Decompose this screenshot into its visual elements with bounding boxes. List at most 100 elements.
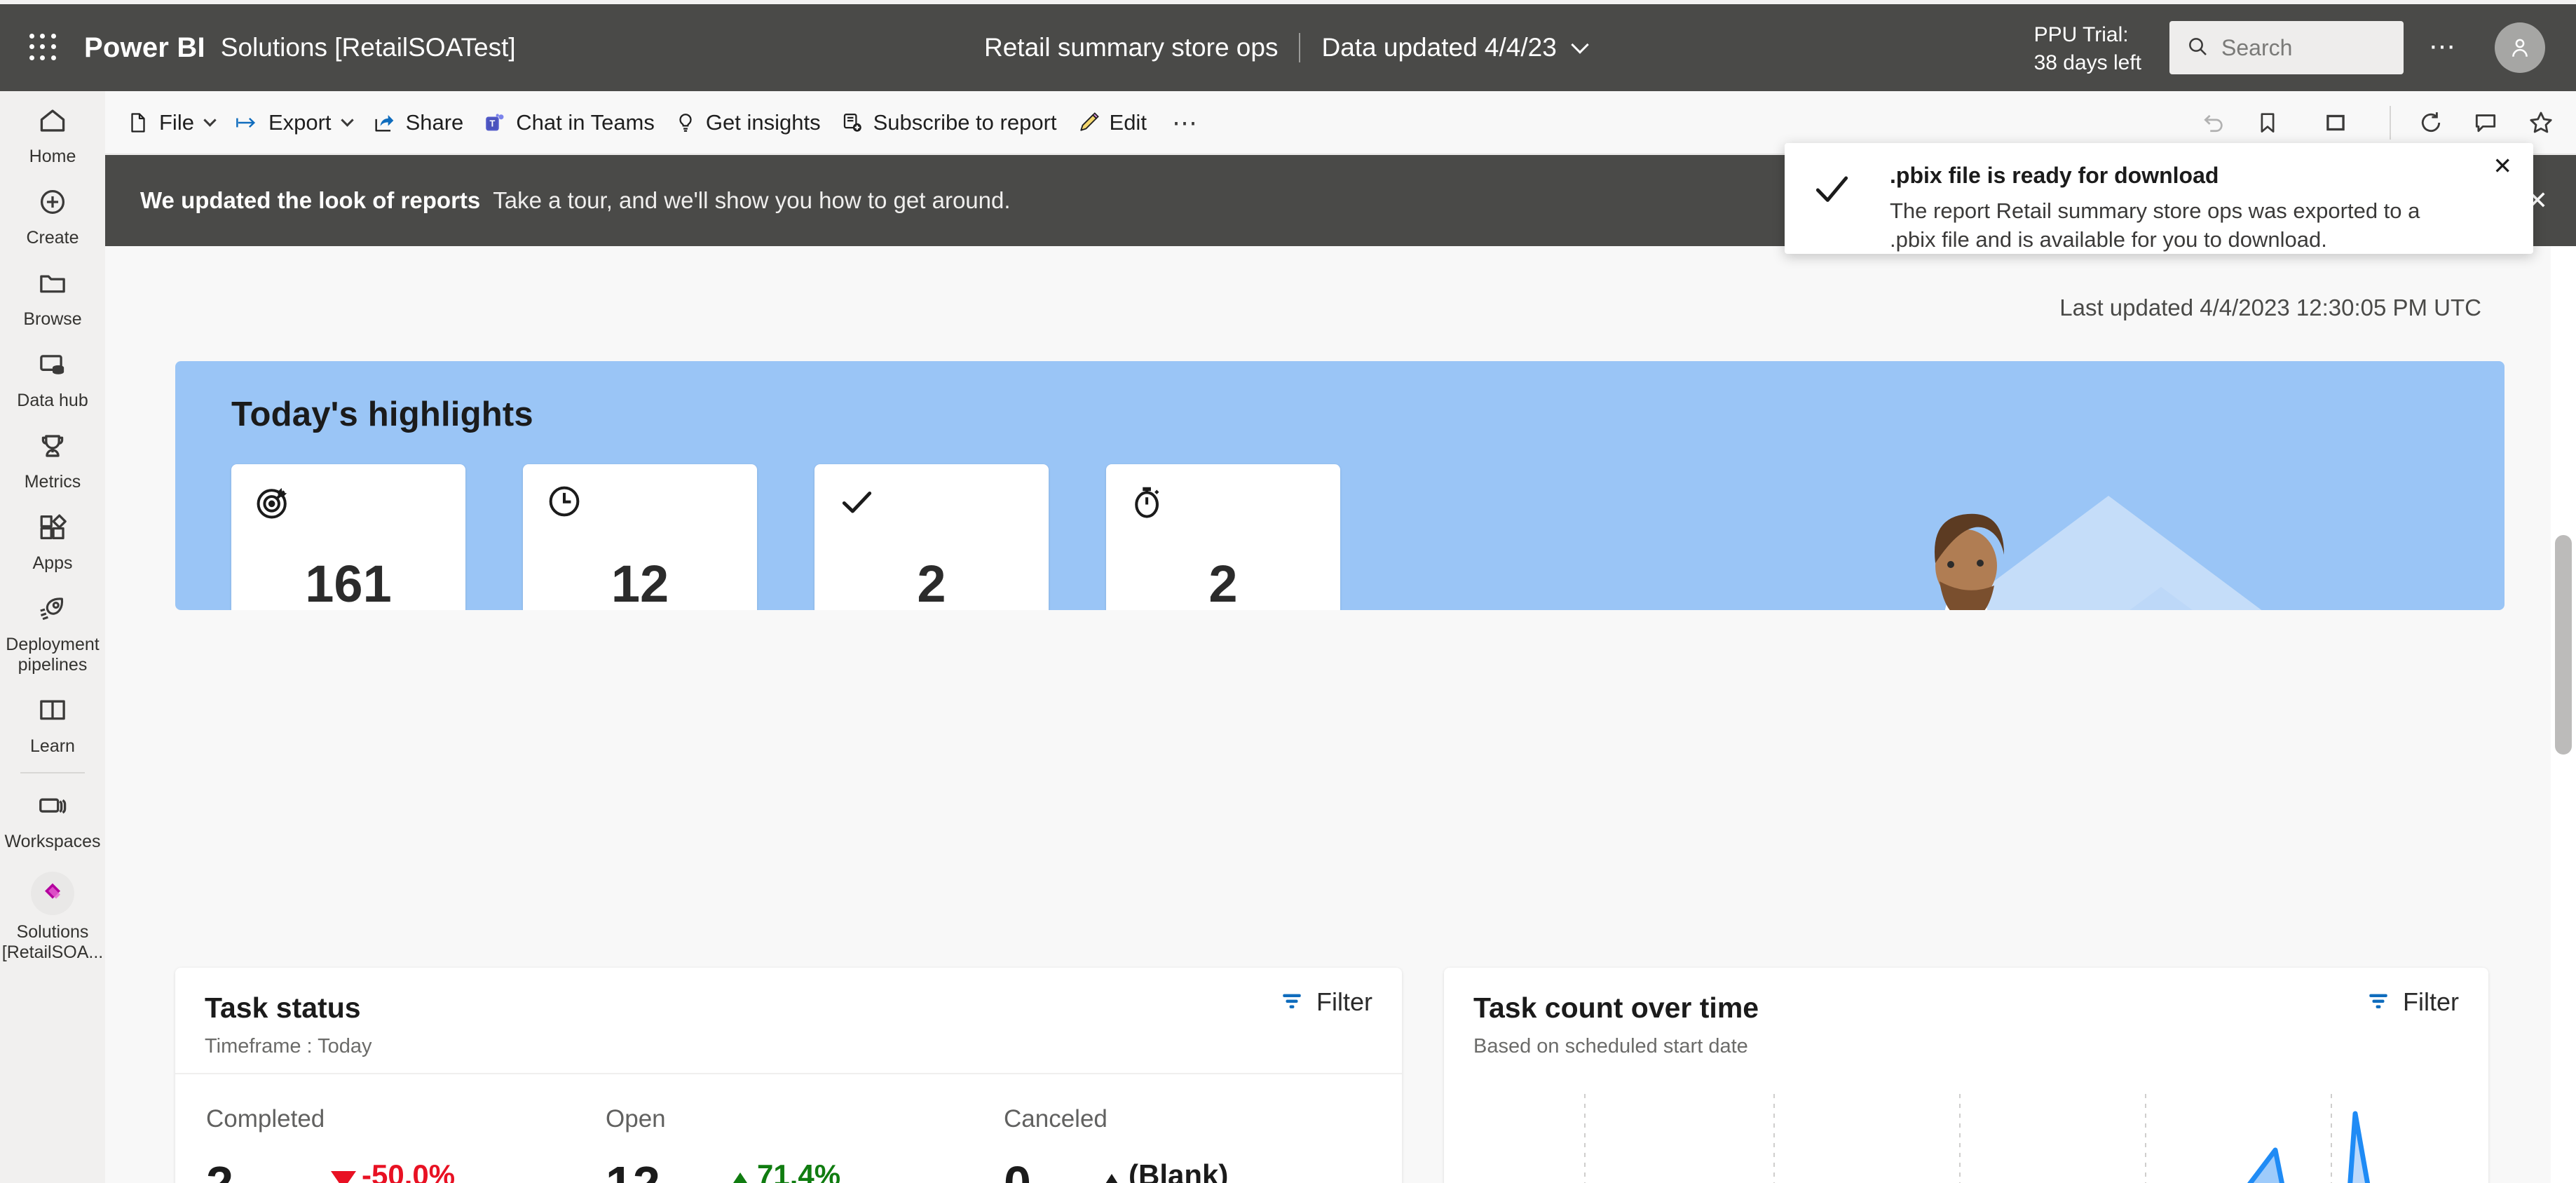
toast-body: The report Retail summary store ops was … [1890, 198, 2420, 252]
rocket-icon [37, 593, 68, 628]
edit-button[interactable]: Edit [1067, 91, 1157, 154]
subscribe-to-report-label: Subscribe to report [873, 109, 1057, 135]
database-icon [37, 349, 68, 384]
sidebar-item-label: Home [29, 147, 76, 166]
apps-grid-icon [37, 512, 68, 546]
kpi-value: 2 [1208, 555, 1238, 610]
filter-label: Filter [2403, 987, 2459, 1016]
subscribe-to-report-button[interactable]: Subscribe to report [831, 91, 1067, 154]
bookmark-chevron-down-icon[interactable] [2294, 121, 2308, 125]
ellipsis-icon[interactable]: ⋯ [1157, 108, 1215, 137]
account-avatar-icon[interactable] [2495, 22, 2545, 73]
todays-highlights-panel: Today's highlights 161 Open tasks 37 hig… [175, 361, 2505, 610]
sidebar-item-data-hub[interactable]: Data hub [0, 335, 105, 417]
undo-icon[interactable] [2186, 109, 2241, 136]
teams-icon: T [483, 111, 507, 135]
kpi-card-open-tasks[interactable]: 161 Open tasks 37 high [231, 464, 465, 610]
trophy-icon [37, 431, 68, 465]
sidebar-item-apps[interactable]: Apps [0, 498, 105, 579]
sidebar-item-deployment-pipelines[interactable]: Deployment pipelines [0, 579, 105, 681]
favorite-star-icon[interactable] [2513, 109, 2576, 137]
close-icon[interactable]: ✕ [2493, 154, 2512, 177]
chat-in-teams-label: Chat in Teams [516, 109, 655, 135]
bookmark-icon[interactable] [2241, 109, 2294, 136]
report-name-label[interactable]: Retail summary store ops [984, 33, 1278, 62]
kpi-card-due-today[interactable]: 12 Due today 0 high [523, 464, 757, 610]
gridline [1584, 1094, 1586, 1183]
kpi-value: 12 [611, 555, 669, 610]
trial-line-2: 38 days left [2033, 51, 2141, 74]
refresh-icon[interactable] [2404, 109, 2458, 136]
scrollbar-thumb[interactable] [2555, 535, 2572, 755]
sidebar-item-browse[interactable]: Browse [0, 254, 105, 335]
status-category-label: Canceled [1004, 1105, 1108, 1133]
comment-icon[interactable] [2458, 109, 2513, 136]
powerbi-brand-label[interactable]: Power BI [84, 32, 205, 64]
ellipsis-icon[interactable]: ⋯ [2429, 34, 2458, 60]
vertical-scrollbar[interactable] [2551, 246, 2576, 1183]
checkmark-icon [1810, 168, 1853, 215]
left-navigation-rail: Home Create Browse Data hub Metrics Apps… [0, 91, 105, 1183]
task-status-tile: Task status Timeframe : Today Filter Com… [175, 968, 1402, 1183]
sidebar-item-label: Create [26, 228, 79, 248]
filter-button[interactable]: Filter [2366, 987, 2459, 1017]
chat-in-teams-button[interactable]: T Chat in Teams [473, 91, 665, 154]
gridline [2331, 1094, 2332, 1183]
toast-title: .pbix file is ready for download [1890, 163, 2219, 188]
filter-icon [2366, 989, 2390, 1016]
page-title: Today's highlights [231, 396, 533, 433]
status-delta: 71.4% [757, 1158, 841, 1183]
data-updated-dropdown[interactable]: Data updated 4/4/23 [1321, 33, 1589, 62]
sidebar-item-label: Browse [23, 309, 82, 329]
checkmark-icon [837, 482, 876, 525]
chevron-down-icon [1571, 36, 1589, 54]
trial-line-1: PPU Trial: [2033, 23, 2129, 46]
chevron-down-icon [203, 114, 217, 127]
divider [1299, 33, 1301, 62]
download-ready-toast: .pbix file is ready for download The rep… [1785, 143, 2533, 254]
status-value: 2 [206, 1156, 233, 1183]
edit-label: Edit [1109, 109, 1147, 135]
sidebar-item-create[interactable]: Create [0, 173, 105, 254]
home-icon [37, 105, 68, 140]
sidebar-item-home[interactable]: Home [0, 91, 105, 173]
waffle-grid-icon[interactable] [29, 34, 57, 62]
filter-icon [1280, 989, 1304, 1016]
export-menu-button[interactable]: Export [224, 91, 362, 154]
tile-title: Task status [205, 992, 361, 1024]
view-icon[interactable] [2308, 109, 2363, 136]
tile-subtitle: Based on scheduled start date [1473, 1035, 1748, 1057]
sidebar-item-learn[interactable]: Learn [0, 681, 105, 762]
kpi-card-completed-today[interactable]: 2 Completed today [815, 464, 1049, 610]
trend-up-icon [729, 1172, 751, 1183]
search-input[interactable]: Search [2169, 21, 2404, 74]
view-chevron-down-icon[interactable] [2363, 121, 2377, 125]
pencil-icon [1077, 111, 1100, 135]
status-delta: -50.0% [362, 1158, 456, 1183]
divider [2390, 106, 2391, 140]
status-value: 12 [606, 1156, 660, 1183]
update-banner-text[interactable]: Take a tour, and we'll show you how to g… [493, 187, 1010, 214]
sidebar-item-metrics[interactable]: Metrics [0, 417, 105, 498]
divider [20, 772, 85, 773]
get-insights-label: Get insights [705, 109, 821, 135]
share-button[interactable]: Share [362, 91, 474, 154]
get-insights-button[interactable]: Get insights [665, 91, 831, 154]
task-count-chart-plot [1444, 1094, 2488, 1183]
divider [175, 1073, 1402, 1074]
sidebar-item-solutions[interactable]: Solutions [RetailSOA... [0, 858, 105, 968]
file-menu-button[interactable]: File [116, 91, 224, 154]
file-icon [126, 111, 150, 135]
status-value: 0 [1004, 1156, 1031, 1183]
filter-button[interactable]: Filter [1280, 987, 1372, 1017]
sidebar-item-label: Data hub [17, 391, 88, 410]
last-updated-label: Last updated 4/4/2023 12:30:05 PM UTC [2059, 295, 2481, 320]
workspace-name-label[interactable]: Solutions [RetailSOATest] [221, 33, 516, 62]
share-icon [372, 111, 397, 135]
clock-icon [545, 482, 583, 524]
top-navigation-bar: Power BI Solutions [RetailSOATest] Retai… [0, 4, 2576, 91]
kpi-card-in-review[interactable]: 2 In review [1106, 464, 1340, 610]
gridline [1959, 1094, 1961, 1183]
sidebar-item-workspaces[interactable]: Workspaces [0, 776, 105, 858]
status-category-label: Open [606, 1105, 666, 1133]
